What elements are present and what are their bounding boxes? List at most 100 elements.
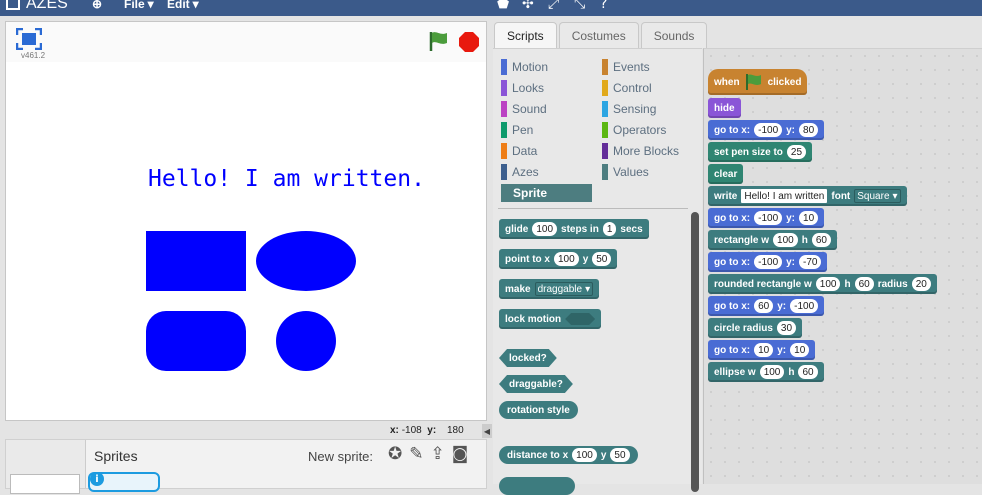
block-input[interactable]: 10: [799, 211, 819, 225]
category-events[interactable]: Events: [602, 59, 650, 75]
block-input[interactable]: 100: [572, 448, 597, 462]
block-rectangle[interactable]: rectangle w 100 h 60: [708, 230, 837, 250]
block-rounded-rectangle[interactable]: rounded rectangle w 100 h 60 radius 20: [708, 274, 937, 294]
block-go-to-xy[interactable]: go to x: 10 y: 10: [708, 340, 816, 360]
block-input[interactable]: 1: [602, 222, 617, 236]
globe-icon[interactable]: ⊕: [92, 0, 102, 11]
block-clear[interactable]: clear: [708, 164, 744, 184]
edit-menu[interactable]: Edit ▾: [167, 0, 199, 11]
block-input[interactable]: 60: [811, 233, 831, 247]
sprite-thumbnail[interactable]: i: [88, 472, 160, 492]
block-text: rectangle w: [714, 234, 770, 246]
green-flag-icon: [745, 74, 761, 90]
stage-circle: [276, 311, 336, 371]
scripts-area[interactable]: when clicked hide go to x: -100 y: 80 se…: [703, 48, 982, 484]
block-input[interactable]: -100: [754, 123, 783, 137]
category-swatch: [501, 101, 507, 117]
block-input[interactable]: 50: [592, 252, 612, 266]
paint-sprite-icon[interactable]: ✎: [409, 444, 423, 464]
block-locked[interactable]: locked?: [499, 349, 557, 367]
font-dropdown[interactable]: Square ▾: [854, 189, 901, 203]
delete-icon[interactable]: ✣: [522, 0, 534, 12]
category-control[interactable]: Control: [602, 80, 652, 96]
category-label: Motion: [512, 60, 549, 74]
block-ellipse[interactable]: ellipse w 100 h 60: [708, 362, 824, 382]
block-input[interactable]: 100: [773, 233, 798, 247]
stage-thumbnail[interactable]: [10, 474, 80, 494]
block-input[interactable]: 80: [799, 123, 819, 137]
block-write[interactable]: write Hello! I am written font Square ▾: [708, 186, 907, 206]
category-swatch: [602, 80, 608, 96]
category-azes[interactable]: Azes: [501, 164, 539, 180]
block-input[interactable]: 100: [554, 252, 579, 266]
block-go-to-xy[interactable]: go to x: -100 y: 80: [708, 120, 825, 140]
block-make[interactable]: make draggable ▾: [499, 279, 600, 299]
block-go-to-xy[interactable]: go to x: 60 y: -100: [708, 296, 825, 316]
block-input[interactable]: 20: [911, 277, 931, 291]
block-lock-motion[interactable]: lock motion: [499, 309, 602, 329]
category-motion[interactable]: Motion: [501, 59, 548, 75]
block-set-pen-size[interactable]: set pen size to 25: [708, 142, 813, 162]
green-flag-icon[interactable]: [428, 30, 450, 52]
block-input[interactable]: 100: [815, 277, 841, 291]
help-icon[interactable]: ?: [600, 0, 607, 12]
category-values[interactable]: Values: [602, 164, 649, 180]
block-draggable[interactable]: draggable?: [499, 375, 573, 393]
palette-scrollbar[interactable]: [691, 212, 699, 492]
stop-icon[interactable]: [458, 31, 480, 53]
category-looks[interactable]: Looks: [501, 80, 544, 96]
block-input[interactable]: -70: [799, 255, 822, 269]
stage-splitter-arrow[interactable]: ◀: [482, 424, 492, 438]
category-pen[interactable]: Pen: [501, 122, 533, 138]
y-value: 180: [446, 425, 464, 436]
tab-sounds[interactable]: Sounds: [640, 22, 708, 48]
category-more-blocks[interactable]: More Blocks: [602, 143, 679, 159]
block-input[interactable]: 10: [790, 343, 810, 357]
boolean-slot[interactable]: [565, 313, 595, 325]
block-text: y: [600, 449, 607, 461]
upload-sprite-icon[interactable]: ⇪: [431, 444, 445, 464]
category-label: Sensing: [613, 102, 657, 116]
block-input[interactable]: 60: [854, 277, 874, 291]
block-input[interactable]: 100: [759, 365, 785, 379]
category-sprite[interactable]: Sprite: [501, 184, 592, 202]
block-text: h: [844, 278, 851, 290]
category-operators[interactable]: Operators: [602, 122, 666, 138]
stage-thumbnail-area[interactable]: [6, 440, 86, 494]
block-input[interactable]: 10: [754, 343, 774, 357]
block-input[interactable]: -100: [754, 255, 783, 269]
duplicate-icon[interactable]: ⬟: [497, 0, 509, 12]
camera-icon[interactable]: ◙: [452, 444, 469, 464]
block-input[interactable]: 60: [798, 365, 818, 379]
block-point-to[interactable]: point to x 100 y 50: [499, 249, 618, 269]
block-when-flag-clicked[interactable]: when clicked: [708, 69, 808, 95]
choose-sprite-icon[interactable]: ✪: [388, 444, 402, 464]
shrink-icon[interactable]: ⤡: [574, 0, 585, 12]
tab-scripts[interactable]: Scripts: [494, 22, 557, 49]
category-sensing[interactable]: Sensing: [602, 101, 656, 117]
tab-costumes[interactable]: Costumes: [558, 22, 639, 48]
block-input[interactable]: -100: [790, 299, 819, 313]
stage-canvas[interactable]: Hello! I am written.: [6, 62, 486, 420]
block-go-to-xy[interactable]: go to x: -100 y: -70: [708, 252, 828, 272]
block-go-to-xy[interactable]: go to x: -100 y: 10: [708, 208, 825, 228]
block-input[interactable]: 100: [532, 222, 558, 236]
block-circle[interactable]: circle radius 30: [708, 318, 803, 338]
block-input[interactable]: 25: [786, 145, 807, 159]
fullscreen-icon[interactable]: [16, 28, 42, 50]
block-input[interactable]: 50: [610, 448, 630, 462]
file-menu[interactable]: File ▾: [124, 0, 154, 11]
block-hide[interactable]: hide: [708, 98, 741, 118]
block-distance-to[interactable]: distance to x 100 y 50: [499, 446, 638, 464]
block-input[interactable]: 30: [776, 321, 797, 335]
category-sound[interactable]: Sound: [501, 101, 547, 117]
grow-icon[interactable]: ⤢: [548, 0, 559, 12]
write-text-input[interactable]: Hello! I am written: [741, 189, 828, 203]
block-input[interactable]: -100: [754, 211, 783, 225]
make-dropdown[interactable]: draggable ▾: [534, 282, 594, 296]
block-input[interactable]: 60: [754, 299, 774, 313]
block-glide[interactable]: glide 100 steps in 1 secs: [499, 219, 649, 239]
category-data[interactable]: Data: [501, 143, 537, 159]
block-rotation-style[interactable]: rotation style: [499, 401, 578, 419]
block-partial[interactable]: [499, 477, 575, 495]
